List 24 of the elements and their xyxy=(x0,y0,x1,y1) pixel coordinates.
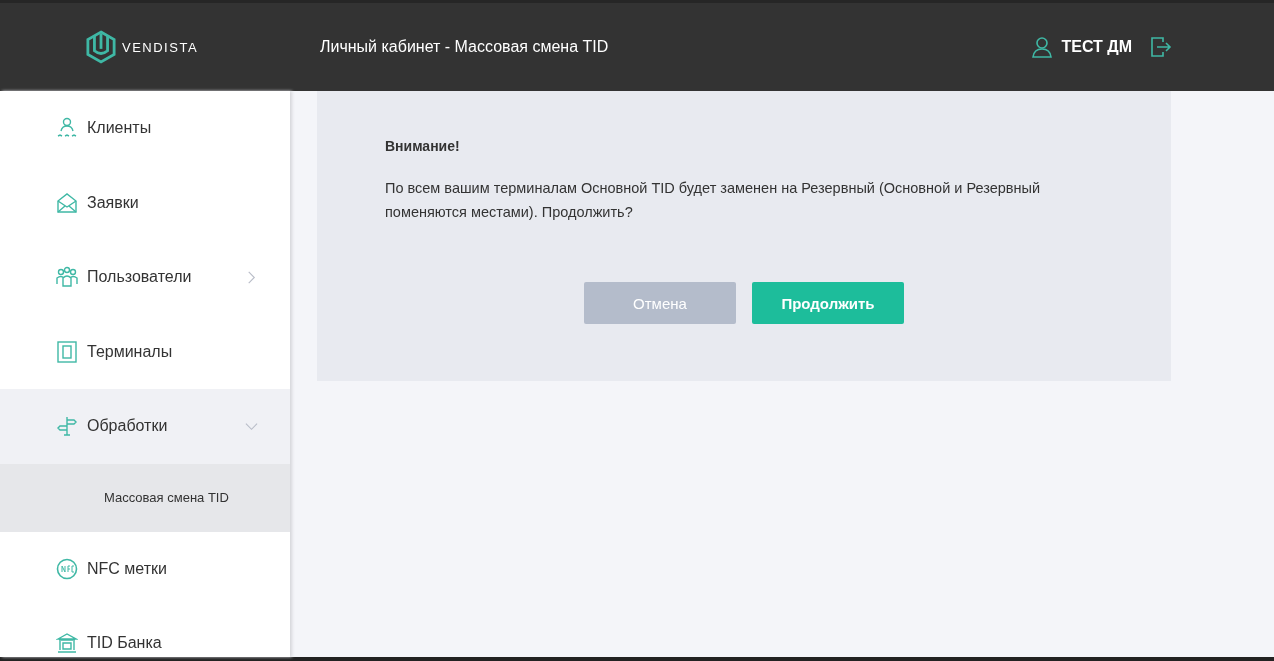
sidebar-item[interactable]: NFC метки xyxy=(0,531,290,606)
sidebar-item[interactable]: Клиенты xyxy=(0,91,290,166)
sidebar-item[interactable]: TID Банка xyxy=(0,606,290,657)
user-name[interactable]: ТЕСТ ДМ xyxy=(1061,38,1132,56)
signpost-icon xyxy=(56,415,78,438)
tablet-icon xyxy=(56,340,78,363)
sidebar-item[interactable]: Терминалы xyxy=(0,314,290,389)
users-icon xyxy=(56,266,78,289)
dialog-message: По всем вашим терминалам Основной TID будет заменен на Резервный (Основной и Резервный поменяются местами). Продолжить? xyxy=(385,179,1042,222)
logo-text: VENDISTA xyxy=(122,39,199,55)
sidebar-item[interactable]: Обработки xyxy=(0,389,290,464)
submenu-item[interactable]: Массовая смена TID xyxy=(0,463,290,532)
envelope-icon xyxy=(56,191,78,214)
nfc-icon xyxy=(56,557,78,580)
user-icon[interactable] xyxy=(1031,36,1054,58)
page-title: Личный кабинет - Массовая смена TID xyxy=(320,38,610,56)
dialog-title: Внимание! xyxy=(385,138,461,154)
bank-icon xyxy=(56,632,78,655)
clients-icon xyxy=(56,117,78,140)
logout-icon[interactable] xyxy=(1150,36,1172,58)
logo-icon xyxy=(86,30,116,64)
chevron-right-icon xyxy=(245,270,258,284)
sidebar-item[interactable]: Пользователи xyxy=(0,240,290,315)
sidebar-item[interactable]: Заявки xyxy=(0,165,290,240)
